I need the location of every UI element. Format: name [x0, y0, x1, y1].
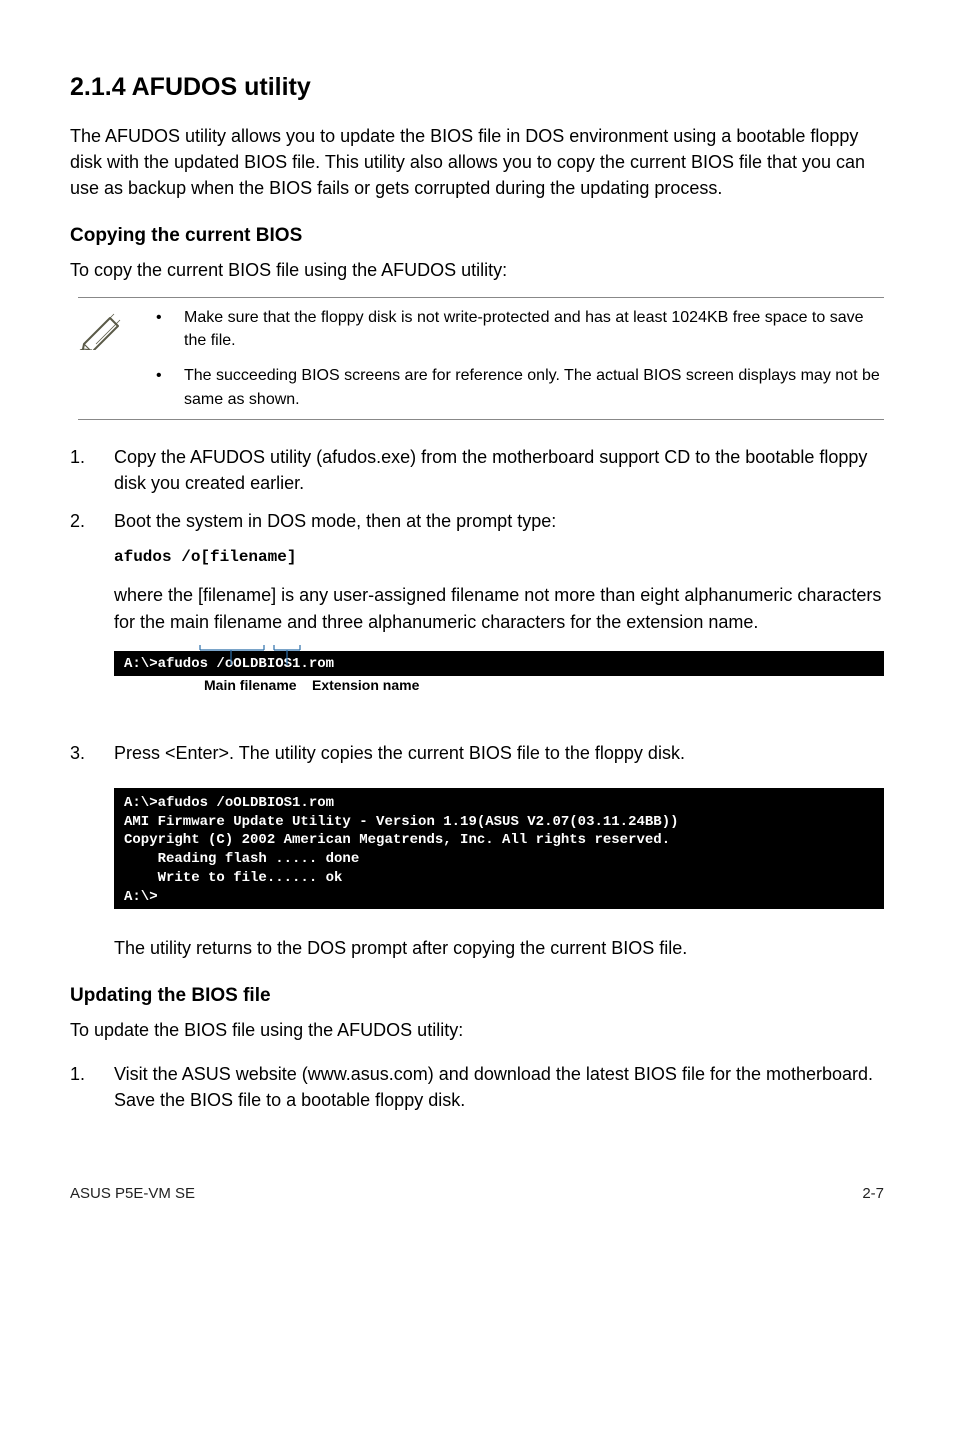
after-terminal-text: The utility returns to the DOS prompt af… — [114, 935, 884, 961]
step-item: 2. Boot the system in DOS mode, then at … — [70, 508, 884, 534]
note-list: • Make sure that the floppy disk is not … — [156, 306, 884, 411]
steps-list: 3. Press <Enter>. The utility copies the… — [70, 740, 884, 766]
footer-left: ASUS P5E-VM SE — [70, 1183, 195, 1204]
bullet: • — [156, 306, 184, 352]
step-text: Boot the system in DOS mode, then at the… — [114, 508, 884, 534]
command-text: afudos /o[filename] — [114, 546, 884, 568]
step-text: Press <Enter>. The utility copies the cu… — [114, 740, 884, 766]
where-paragraph: where the [filename] is any user-assigne… — [114, 582, 884, 634]
steps-list: 1. Copy the AFUDOS utility (afudos.exe) … — [70, 444, 884, 534]
annotation-extension-name: Extension name — [312, 676, 419, 696]
section-heading: 2.1.4 AFUDOS utility — [70, 70, 884, 105]
note-text: Make sure that the floppy disk is not wr… — [184, 306, 884, 352]
note-item: • The succeeding BIOS screens are for re… — [156, 364, 884, 410]
note-item: • Make sure that the floppy disk is not … — [156, 306, 884, 352]
step-number: 3. — [70, 740, 114, 766]
intro-paragraph: The AFUDOS utility allows you to update … — [70, 123, 884, 201]
step-number: 1. — [70, 444, 114, 496]
step-item: 1. Copy the AFUDOS utility (afudos.exe) … — [70, 444, 884, 496]
step-item: 3. Press <Enter>. The utility copies the… — [70, 740, 884, 766]
annotation-row: Main filename Extension name — [114, 676, 884, 720]
step-number: 2. — [70, 508, 114, 534]
copy-heading: Copying the current BIOS — [70, 223, 884, 250]
note-text: The succeeding BIOS screens are for refe… — [184, 364, 884, 410]
note-box: • Make sure that the floppy disk is not … — [78, 297, 884, 420]
page-footer: ASUS P5E-VM SE 2-7 — [70, 1173, 884, 1204]
step-number: 1. — [70, 1061, 114, 1113]
steps-list: 1. Visit the ASUS website (www.asus.com)… — [70, 1061, 884, 1113]
step-text: Visit the ASUS website (www.asus.com) an… — [114, 1061, 884, 1113]
bullet: • — [156, 364, 184, 410]
footer-right: 2-7 — [862, 1183, 884, 1204]
annotation-main-filename: Main filename — [204, 676, 297, 696]
terminal-output: A:\>afudos /oOLDBIOS1.rom — [114, 651, 884, 676]
copy-intro: To copy the current BIOS file using the … — [70, 258, 884, 283]
update-heading: Updating the BIOS file — [70, 983, 884, 1010]
update-intro: To update the BIOS file using the AFUDOS… — [70, 1018, 884, 1043]
terminal-output: A:\>afudos /oOLDBIOS1.rom AMI Firmware U… — [114, 788, 884, 909]
step-text: Copy the AFUDOS utility (afudos.exe) fro… — [114, 444, 884, 496]
step-item: 1. Visit the ASUS website (www.asus.com)… — [70, 1061, 884, 1113]
pencil-note-icon — [78, 310, 126, 357]
